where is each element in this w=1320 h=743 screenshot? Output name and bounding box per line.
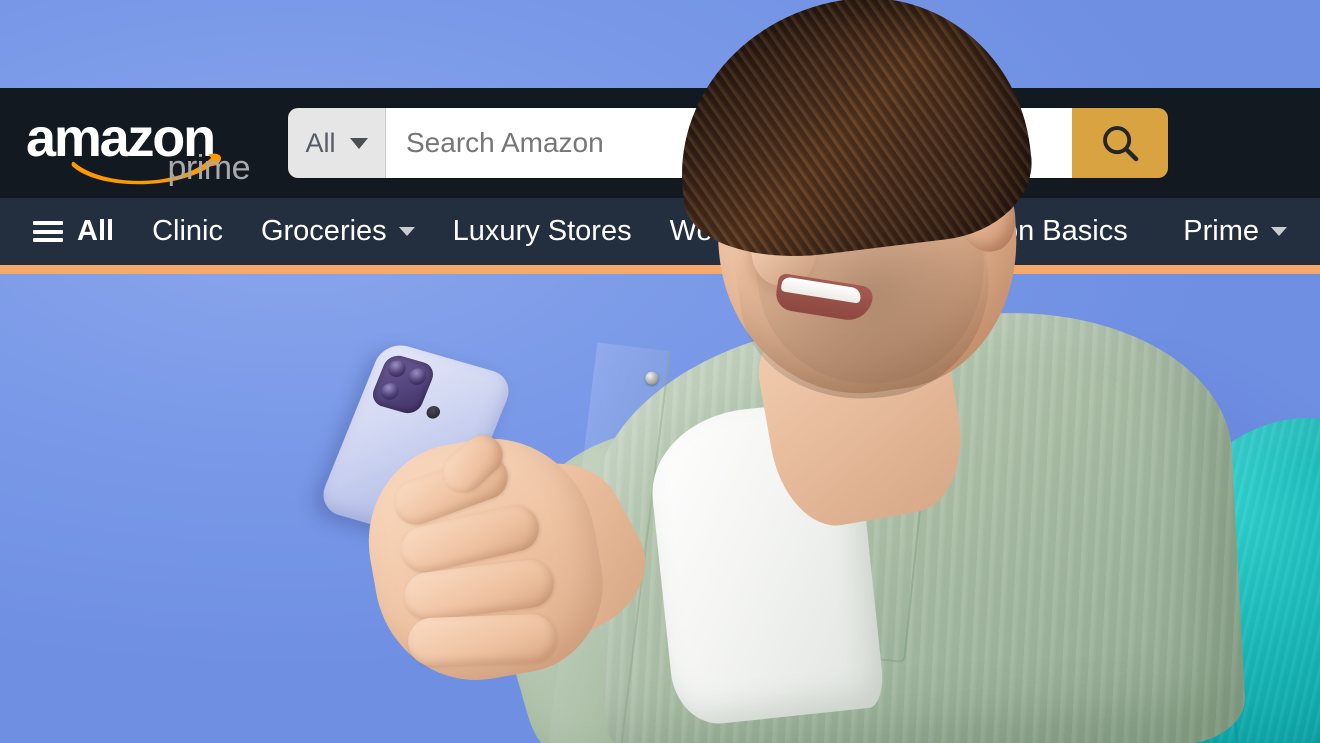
- subject-finger: [407, 613, 557, 667]
- subject-photo-foreground: [0, 0, 1320, 743]
- page-root: amazon prime All All: [0, 0, 1320, 743]
- camera-lens: [378, 381, 402, 402]
- camera-lens: [385, 358, 409, 379]
- phone-flash: [424, 404, 442, 421]
- camera-lens: [406, 366, 429, 387]
- phone-camera-module: [368, 352, 438, 417]
